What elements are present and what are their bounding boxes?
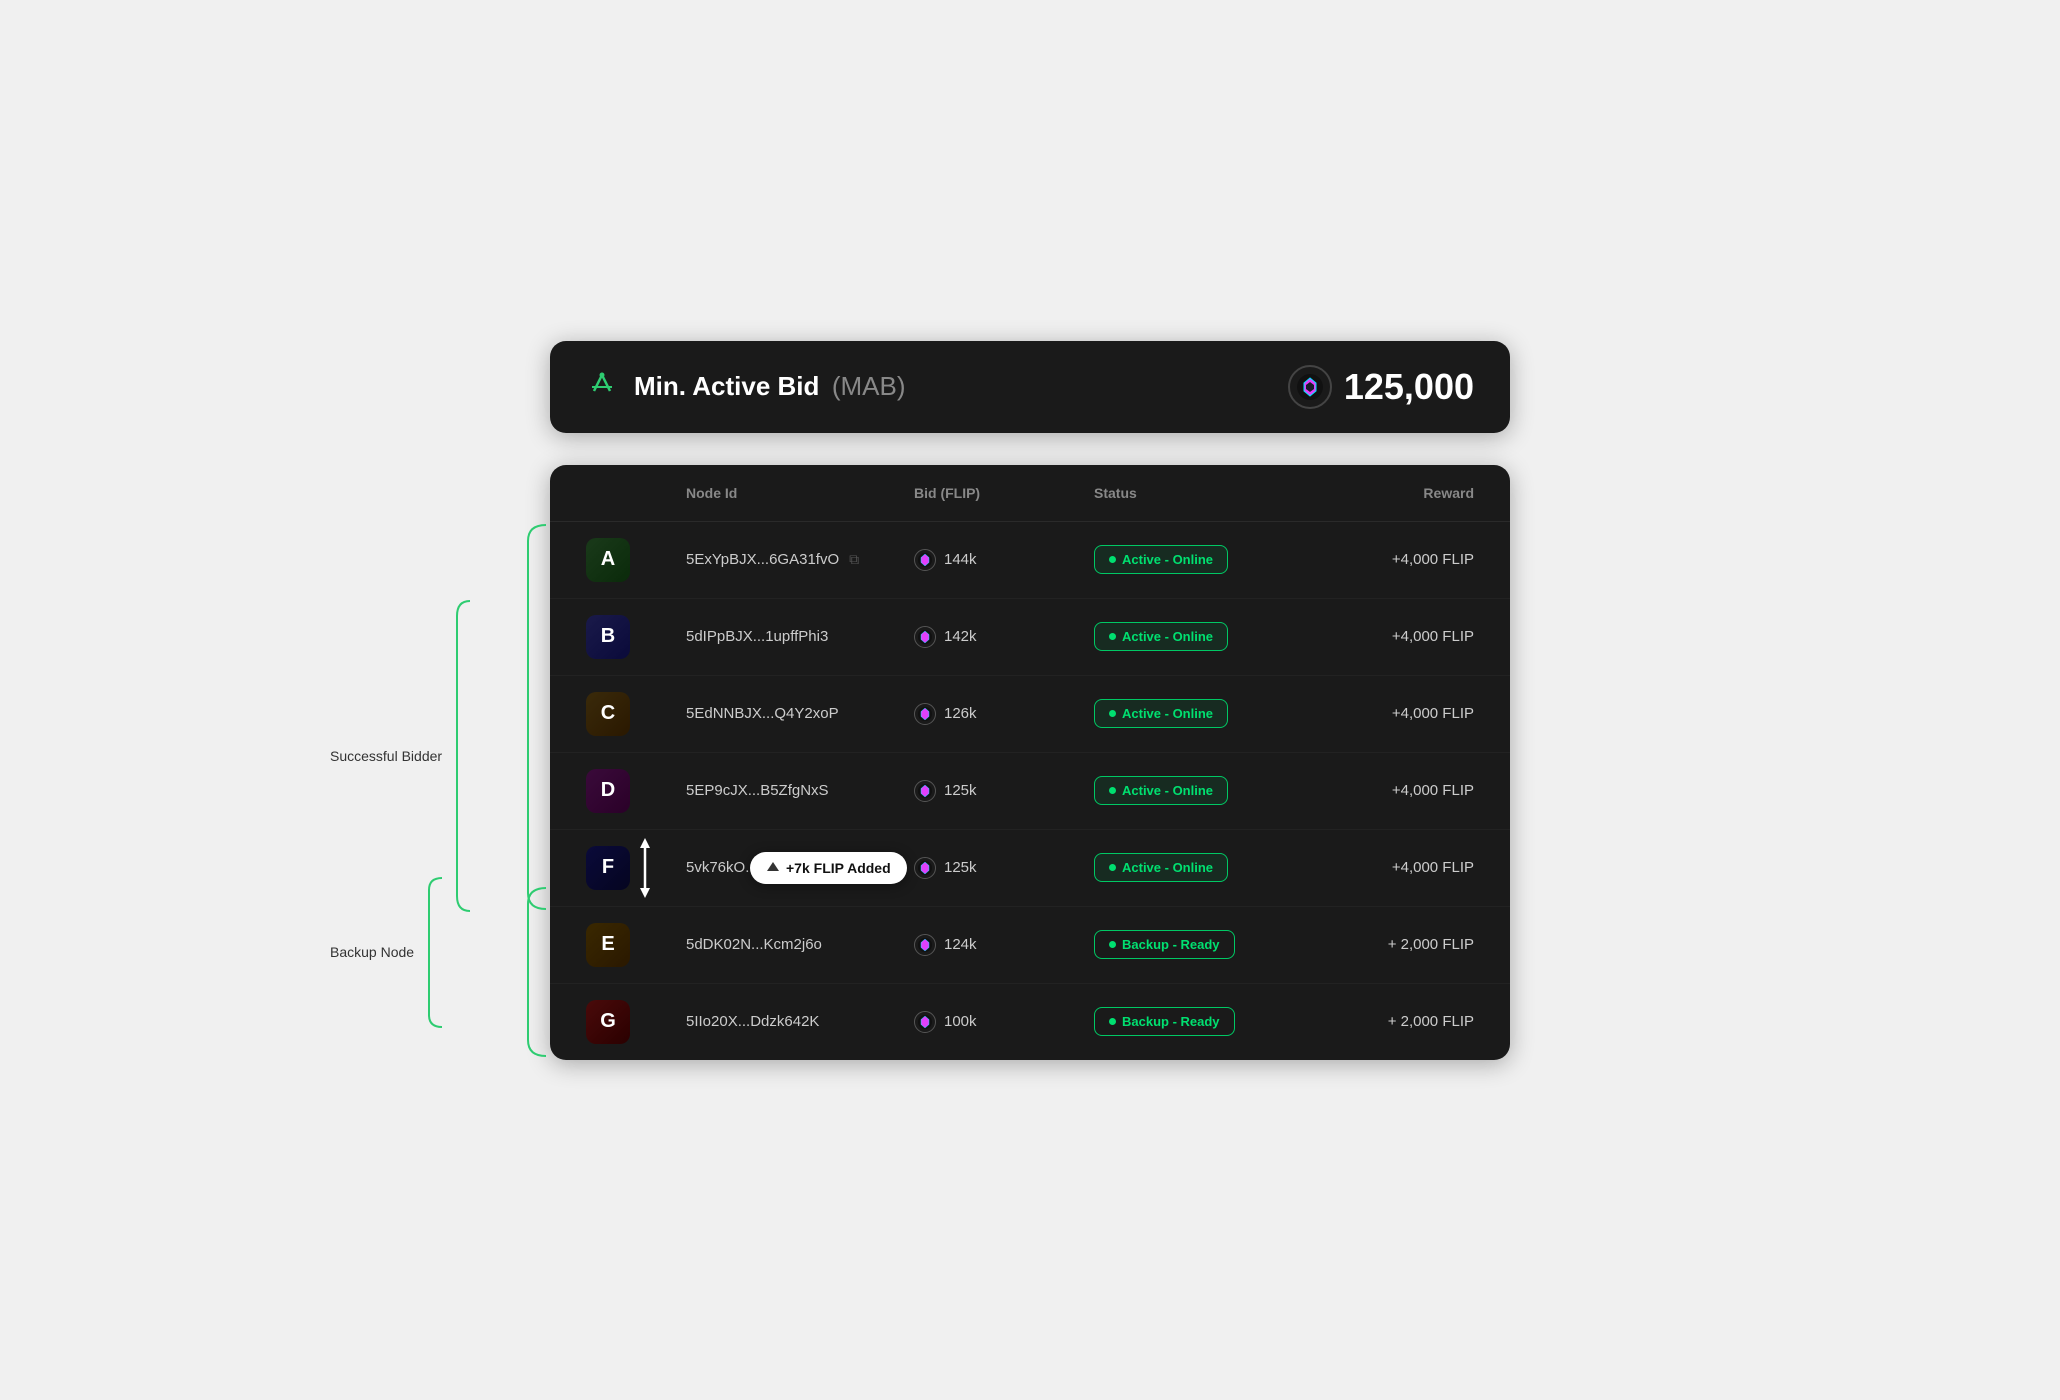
status-dot	[1109, 864, 1116, 871]
node-avatar-d: D	[586, 769, 686, 813]
status-cell-a: Active - Online	[1094, 545, 1294, 574]
table-section: Successful Bidder Backup Node Node Id Bi…	[550, 465, 1510, 1060]
table-row: D 5EP9cJX...B5ZfgNxS 125k Active - Onlin…	[550, 753, 1510, 830]
table-row: E 5dDK02N...Kcm2j6o 124k Backup - Ready	[550, 907, 1510, 984]
mab-icon	[586, 367, 618, 406]
flip-icon	[914, 549, 936, 571]
flip-icon	[914, 626, 936, 648]
status-cell-e: Backup - Ready	[1094, 930, 1294, 959]
flip-added-badge: +7k FLIP Added	[750, 852, 907, 884]
successful-bidder-bracket	[452, 596, 472, 916]
status-dot	[1109, 1018, 1116, 1025]
backup-node-bracket-svg	[518, 884, 550, 1060]
table-row: B 5dIPpBJX...1upffPhi3 142k Active - Onl…	[550, 599, 1510, 676]
bid-cell-b: 142k	[914, 626, 1094, 648]
status-cell-f: Active - Online	[1094, 853, 1294, 882]
flip-icon	[914, 934, 936, 956]
status-dot	[1109, 941, 1116, 948]
copy-icon[interactable]: ⧉	[849, 551, 859, 568]
reward-cell-e: + 2,000 FLIP	[1294, 936, 1474, 953]
mab-title: Min. Active Bid	[634, 371, 819, 401]
status-cell-c: Active - Online	[1094, 699, 1294, 728]
flip-icon	[914, 703, 936, 725]
status-cell-g: Backup - Ready	[1094, 1007, 1294, 1036]
node-avatar-g: G	[586, 1000, 686, 1044]
reward-cell-d: +4,000 FLIP	[1294, 782, 1474, 799]
status-dot	[1109, 556, 1116, 563]
node-avatar-a: A	[586, 538, 686, 582]
swap-arrow	[636, 838, 654, 898]
node-id-b: 5dIPpBJX...1upffPhi3	[686, 628, 914, 645]
flip-token-icon	[1288, 365, 1332, 409]
backup-node-section: Backup Node	[330, 845, 444, 1059]
reward-cell-f: +4,000 FLIP	[1294, 859, 1474, 876]
bid-cell-f: +7k FLIP Added 125k	[914, 857, 1094, 879]
table-header: Node Id Bid (FLIP) Status Reward	[550, 465, 1510, 522]
status-dot	[1109, 710, 1116, 717]
node-id-c: 5EdNNBJX...Q4Y2xoP	[686, 705, 914, 722]
node-id-a: 5ExYpBJX...6GA31fvO ⧉	[686, 551, 914, 568]
table-row: G 5IIo20X...Ddzk642K 100k Backup - Ready	[550, 984, 1510, 1060]
successful-bidder-bracket-svg	[518, 521, 550, 913]
mab-title-group: Min. Active Bid (MAB)	[634, 371, 906, 402]
reward-cell-c: +4,000 FLIP	[1294, 705, 1474, 722]
bid-cell-e: 124k	[914, 934, 1094, 956]
mab-left: Min. Active Bid (MAB)	[586, 367, 906, 406]
table-row: C 5EdNNBJX...Q4Y2xoP 126k Active - Onlin…	[550, 676, 1510, 753]
mab-card: Min. Active Bid (MAB) 125,000	[550, 341, 1510, 433]
flip-icon	[914, 857, 936, 879]
col-status: Status	[1094, 485, 1294, 501]
status-dot	[1109, 787, 1116, 794]
node-table: Node Id Bid (FLIP) Status Reward A 5ExYp…	[550, 465, 1510, 1060]
reward-cell-b: +4,000 FLIP	[1294, 628, 1474, 645]
status-cell-d: Active - Online	[1094, 776, 1294, 805]
col-bid: Bid (FLIP)	[914, 485, 1094, 501]
bid-cell-c: 126k	[914, 703, 1094, 725]
table-row: A 5ExYpBJX...6GA31fvO ⧉ 144k Active - On…	[550, 522, 1510, 599]
node-avatar-c: C	[586, 692, 686, 736]
node-avatar-e: E	[586, 923, 686, 967]
status-dot	[1109, 633, 1116, 640]
reward-cell-a: +4,000 FLIP	[1294, 551, 1474, 568]
mab-subtitle: (MAB)	[832, 371, 906, 401]
reward-cell-g: + 2,000 FLIP	[1294, 1013, 1474, 1030]
col-reward: Reward	[1294, 485, 1474, 501]
bid-cell-d: 125k	[914, 780, 1094, 802]
bid-cell-g: 100k	[914, 1011, 1094, 1033]
bid-cell-a: 144k	[914, 549, 1094, 571]
node-avatar-b: B	[586, 615, 686, 659]
table-row: F 5vk76kO...6GA31fvO	[550, 830, 1510, 907]
mab-right: 125,000	[1288, 365, 1474, 409]
node-id-g: 5IIo20X...Ddzk642K	[686, 1013, 914, 1030]
flip-icon	[914, 1011, 936, 1033]
node-id-d: 5EP9cJX...B5ZfgNxS	[686, 782, 914, 799]
backup-node-label: Backup Node	[330, 875, 444, 1030]
flip-icon	[914, 780, 936, 802]
col-avatar	[586, 485, 686, 501]
node-id-e: 5dDK02N...Kcm2j6o	[686, 936, 914, 953]
page-wrapper: Min. Active Bid (MAB) 125,000 Successful…	[550, 341, 1510, 1060]
status-cell-b: Active - Online	[1094, 622, 1294, 651]
mab-value: 125,000	[1344, 366, 1474, 408]
backup-node-bracket	[424, 875, 444, 1030]
col-nodeid: Node Id	[686, 485, 914, 501]
